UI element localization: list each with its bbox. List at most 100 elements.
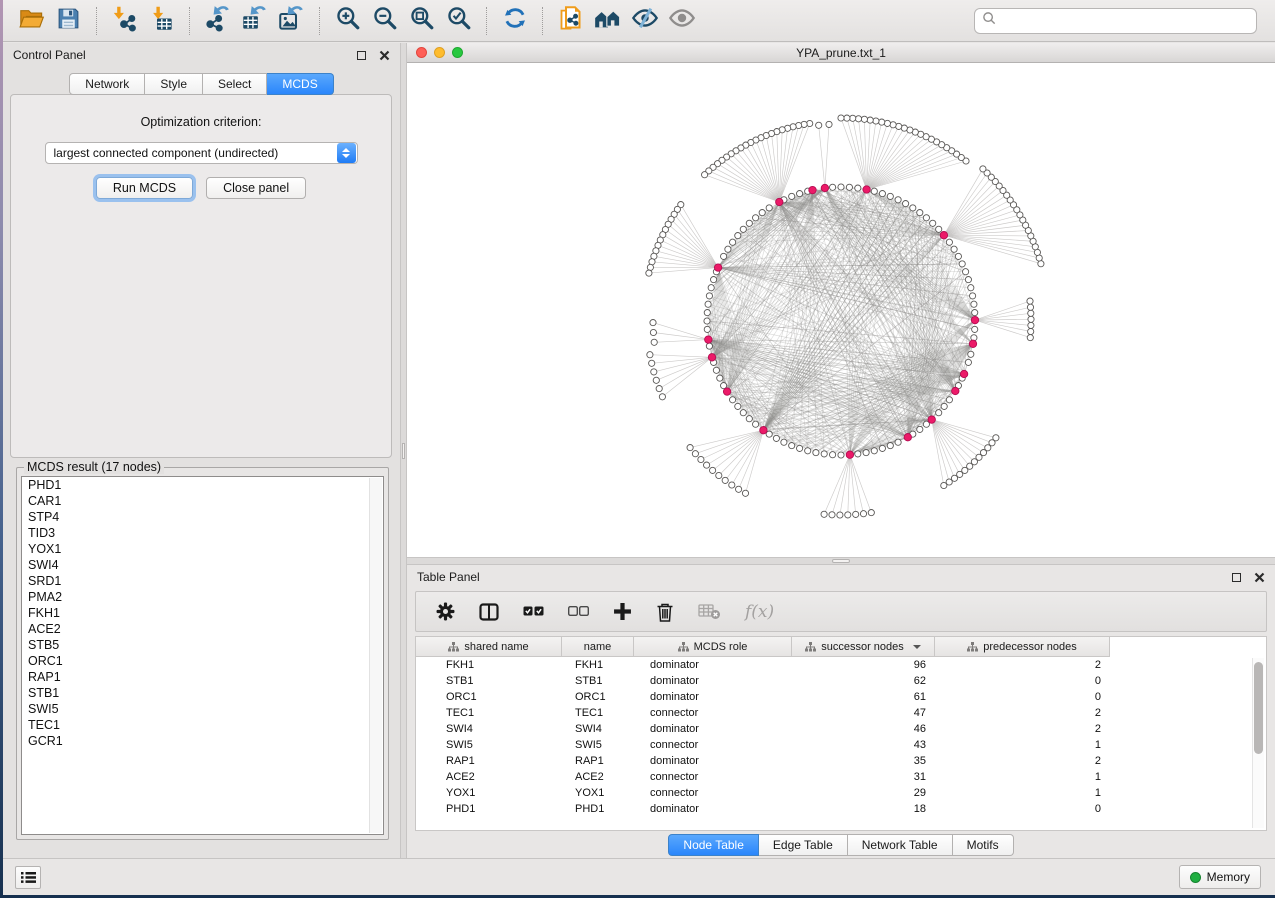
zoom-out-button[interactable] bbox=[366, 2, 403, 40]
optimization-criterion-select[interactable]: largest connected component (undirected) bbox=[45, 142, 358, 164]
import-network-button[interactable] bbox=[106, 2, 143, 40]
network-node[interactable] bbox=[855, 451, 861, 457]
network-node[interactable] bbox=[722, 477, 728, 483]
network-node[interactable] bbox=[651, 369, 657, 375]
network-node[interactable] bbox=[1028, 322, 1034, 328]
network-node[interactable] bbox=[730, 239, 736, 245]
network-node[interactable] bbox=[829, 512, 835, 518]
mcds-dominator-node[interactable] bbox=[821, 184, 828, 191]
mcds-dominator-node[interactable] bbox=[928, 416, 935, 423]
network-node[interactable] bbox=[647, 264, 653, 270]
column-header-name[interactable]: name bbox=[562, 637, 634, 657]
network-node[interactable] bbox=[845, 512, 851, 518]
network-node[interactable] bbox=[863, 450, 869, 456]
memory-button[interactable]: Memory bbox=[1179, 865, 1261, 889]
table-settings-button[interactable] bbox=[436, 602, 455, 621]
splitter-grip[interactable] bbox=[402, 443, 405, 459]
mcds-result-item[interactable]: TID3 bbox=[22, 525, 383, 541]
network-node[interactable] bbox=[1027, 298, 1033, 304]
delete-column-button[interactable] bbox=[656, 602, 674, 622]
network-node[interactable] bbox=[649, 360, 655, 366]
network-node[interactable] bbox=[711, 277, 717, 283]
mcds-dominator-node[interactable] bbox=[809, 186, 816, 193]
column-header-MCDS-role[interactable]: MCDS role bbox=[634, 637, 792, 657]
network-node[interactable] bbox=[753, 421, 759, 427]
refresh-layout-button[interactable] bbox=[496, 2, 533, 40]
network-node[interactable] bbox=[651, 339, 657, 345]
mcds-dominator-node[interactable] bbox=[969, 340, 976, 347]
mcds-dominator-node[interactable] bbox=[708, 354, 715, 361]
table-row[interactable]: YOX1YOX1connector291 bbox=[416, 785, 1266, 801]
network-node[interactable] bbox=[781, 439, 787, 445]
table-row[interactable]: SWI4SWI4dominator462 bbox=[416, 721, 1266, 737]
network-node[interactable] bbox=[910, 205, 916, 211]
column-header-predecessor-nodes[interactable]: predecessor nodes bbox=[935, 637, 1110, 657]
network-node[interactable] bbox=[871, 448, 877, 454]
network-node[interactable] bbox=[844, 115, 850, 121]
network-node[interactable] bbox=[746, 416, 752, 422]
network-node[interactable] bbox=[903, 201, 909, 207]
network-node[interactable] bbox=[717, 375, 723, 381]
network-node[interactable] bbox=[766, 205, 772, 211]
network-node[interactable] bbox=[816, 122, 822, 128]
network-node[interactable] bbox=[740, 410, 746, 416]
delete-table-button[interactable] bbox=[698, 603, 721, 620]
network-node[interactable] bbox=[704, 462, 710, 468]
network-node[interactable] bbox=[879, 191, 885, 197]
network-node[interactable] bbox=[861, 116, 867, 122]
mcds-dominator-node[interactable] bbox=[760, 427, 767, 434]
close-panel-icon[interactable] bbox=[379, 50, 390, 61]
network-node[interactable] bbox=[972, 310, 978, 316]
mcds-result-item[interactable]: STP4 bbox=[22, 509, 383, 525]
network-node[interactable] bbox=[1027, 335, 1033, 341]
table-row[interactable]: STB1STB1dominator620 bbox=[416, 673, 1266, 689]
network-node[interactable] bbox=[647, 352, 653, 358]
network-node[interactable] bbox=[735, 233, 741, 239]
network-node[interactable] bbox=[742, 490, 748, 496]
network-node[interactable] bbox=[687, 445, 693, 451]
table-row[interactable]: SWI5SWI5connector431 bbox=[416, 737, 1266, 753]
network-node[interactable] bbox=[653, 377, 659, 383]
network-node[interactable] bbox=[884, 120, 890, 126]
network-node[interactable] bbox=[830, 184, 836, 190]
close-panel-button[interactable]: Close panel bbox=[206, 177, 306, 199]
result-list-scrollbar[interactable] bbox=[369, 478, 382, 833]
mcds-dominator-node[interactable] bbox=[904, 434, 911, 441]
mcds-dominator-node[interactable] bbox=[846, 451, 853, 458]
export-network-button[interactable] bbox=[199, 2, 236, 40]
open-file-button[interactable] bbox=[13, 2, 50, 40]
mcds-result-list[interactable]: PHD1CAR1STP4TID3YOX1SWI4SRD1PMA2FKH1ACE2… bbox=[21, 476, 384, 835]
table-row[interactable]: RAP1RAP1dominator352 bbox=[416, 753, 1266, 769]
network-node[interactable] bbox=[805, 448, 811, 454]
network-node[interactable] bbox=[710, 467, 716, 473]
network-node[interactable] bbox=[656, 386, 662, 392]
network-node[interactable] bbox=[917, 426, 923, 432]
network-node[interactable] bbox=[706, 343, 712, 349]
select-all-columns-button[interactable] bbox=[523, 606, 544, 617]
network-node[interactable] bbox=[1027, 304, 1033, 310]
table-row[interactable]: TEC1TEC1connector472 bbox=[416, 705, 1266, 721]
network-node[interactable] bbox=[868, 510, 874, 516]
network-node[interactable] bbox=[946, 397, 952, 403]
network-node[interactable] bbox=[740, 226, 746, 232]
mcds-dominator-node[interactable] bbox=[776, 198, 783, 205]
float-panel-icon[interactable] bbox=[357, 51, 366, 60]
network-node[interactable] bbox=[706, 293, 712, 299]
save-session-button[interactable] bbox=[50, 2, 87, 40]
network-node[interactable] bbox=[971, 301, 977, 307]
splitter-grip[interactable] bbox=[832, 559, 850, 563]
mcds-result-item[interactable]: ORC1 bbox=[22, 653, 383, 669]
network-node[interactable] bbox=[716, 472, 722, 478]
table-row[interactable]: ORC1ORC1dominator610 bbox=[416, 689, 1266, 705]
hide-selected-button[interactable] bbox=[626, 2, 663, 40]
network-node[interactable] bbox=[968, 351, 974, 357]
mcds-dominator-node[interactable] bbox=[971, 316, 978, 323]
network-node[interactable] bbox=[923, 215, 929, 221]
tab-edge-table[interactable]: Edge Table bbox=[759, 834, 848, 856]
tab-motifs[interactable]: Motifs bbox=[953, 834, 1014, 856]
network-node[interactable] bbox=[1028, 328, 1034, 334]
network-node[interactable] bbox=[721, 253, 727, 259]
network-node[interactable] bbox=[873, 118, 879, 124]
network-node[interactable] bbox=[746, 220, 752, 226]
houses-button[interactable] bbox=[589, 2, 626, 40]
